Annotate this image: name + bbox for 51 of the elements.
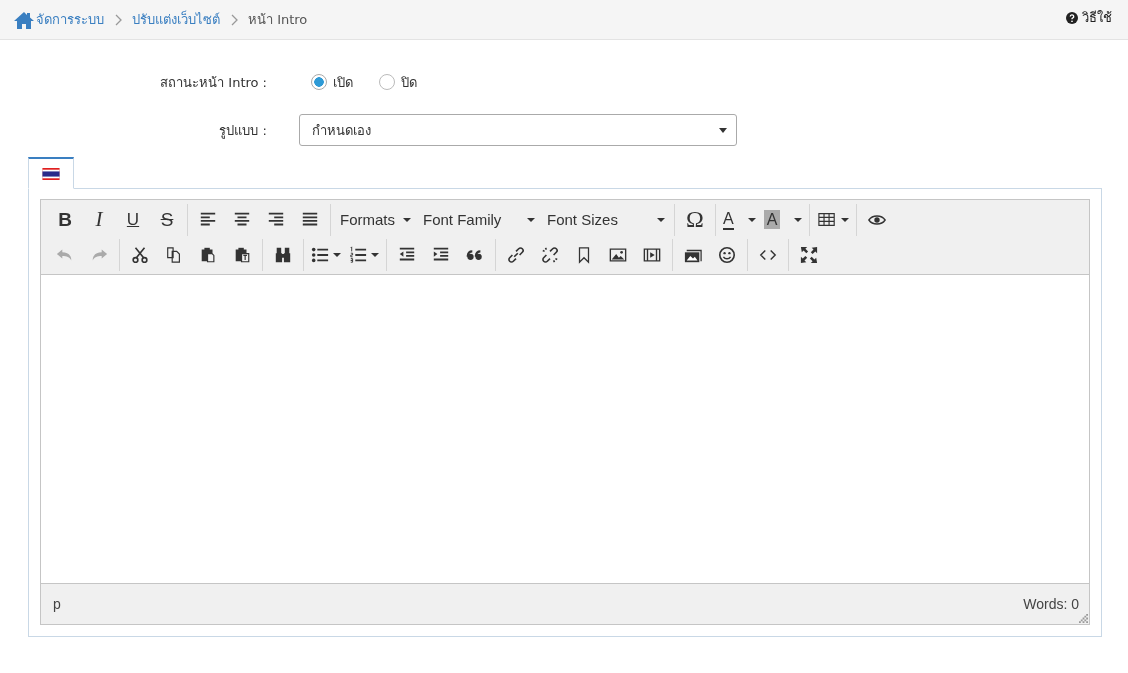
fullscreen-icon — [800, 245, 818, 264]
numbered-list-icon — [349, 245, 367, 264]
caret-icon — [527, 217, 535, 222]
language-tab[interactable] — [28, 157, 74, 189]
field-label: สถานะหน้า Intro : — [159, 73, 267, 92]
radio-circle[interactable] — [311, 74, 327, 90]
caret-icon — [403, 217, 411, 222]
background-color-button[interactable]: A — [759, 204, 807, 235]
radio-circle[interactable] — [379, 74, 395, 90]
help-icon — [1066, 11, 1078, 24]
breadcrumb-current: หน้า Intro — [248, 11, 308, 29]
underline-button[interactable]: U — [116, 204, 150, 235]
menu-label: Font Sizes — [547, 211, 618, 228]
dropdown-menu-button[interactable]: Font Sizes — [541, 204, 671, 235]
breadcrumb-link[interactable]: ปรับแต่งเว็บไซต์ — [132, 9, 220, 30]
link-icon — [507, 245, 525, 264]
bold-button[interactable]: B — [48, 204, 82, 235]
chevron-icon — [114, 13, 122, 26]
element-path: p — [53, 596, 61, 612]
paste-icon — [199, 245, 217, 264]
style-select[interactable]: กำหนดเอง — [299, 114, 737, 146]
image-icon — [609, 245, 627, 264]
film-icon — [643, 245, 661, 264]
paste-text-icon — [233, 245, 251, 264]
field-label: รูปแบบ : — [218, 121, 267, 141]
smiley-icon — [718, 245, 736, 264]
copy-icon — [165, 245, 183, 264]
menu-label: Font Family — [423, 211, 502, 228]
caret-icon — [719, 128, 727, 133]
dropdown-menu-button[interactable]: Formats — [334, 204, 417, 235]
chevron-icon — [230, 13, 238, 26]
broken-link-icon — [541, 245, 559, 264]
caret-icon — [657, 217, 665, 222]
dropdown-menu-button[interactable]: Font Family — [417, 204, 541, 235]
italic-button[interactable]: I — [82, 204, 116, 235]
text-color-button[interactable]: A — [719, 204, 760, 235]
flag-icon — [42, 167, 60, 180]
bullet-list-icon — [311, 245, 329, 264]
resize-handle-icon[interactable] — [1079, 614, 1088, 623]
word-count: Words: 0 — [1023, 596, 1079, 612]
scissors-icon — [131, 245, 149, 264]
radio-option[interactable]: ปิด — [379, 71, 417, 93]
breadcrumb-link[interactable]: จัดการระบบ — [36, 9, 104, 30]
home-icon — [14, 10, 34, 29]
menu-label: Formats — [340, 211, 395, 228]
radio-option[interactable]: เปิด — [311, 71, 353, 93]
help-link[interactable]: วิธีใช้ — [1066, 7, 1112, 28]
strikethrough-button[interactable]: S — [150, 204, 184, 235]
special-character-button[interactable]: Ω — [678, 204, 712, 235]
table-icon — [817, 210, 838, 229]
binoculars-icon — [274, 245, 292, 264]
